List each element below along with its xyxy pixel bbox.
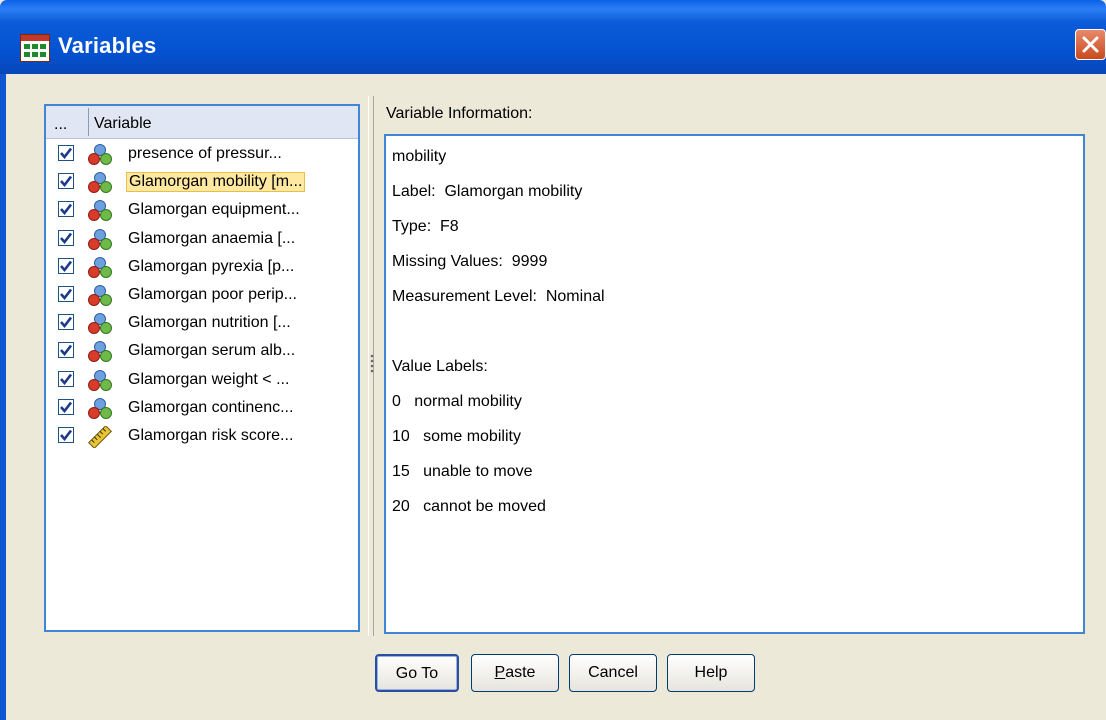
include-checkbox[interactable] — [58, 201, 74, 218]
data-editor-icon — [20, 34, 50, 62]
variable-label: presence of pressur... — [128, 145, 282, 162]
nominal-variable-icon — [86, 172, 114, 194]
variable-list-item[interactable]: Glamorgan serum alb... — [46, 337, 358, 365]
nominal-variable-icon — [86, 200, 114, 222]
variable-list-item[interactable]: Glamorgan equipment... — [46, 196, 358, 224]
include-checkbox[interactable] — [58, 342, 74, 359]
variable-list-item[interactable]: Glamorgan mobility [m... — [46, 168, 358, 196]
value-label-line: 10 some mobility — [392, 428, 521, 445]
variable-list-item[interactable]: Glamorgan continenc... — [46, 394, 358, 422]
value-label-line: 0 normal mobility — [392, 393, 522, 410]
info-missing-values: Missing Values: 9999 — [392, 253, 548, 270]
variable-label: Glamorgan poor perip... — [128, 286, 297, 303]
variable-label: Glamorgan weight < ... — [128, 370, 290, 388]
paste-label: aste — [505, 664, 536, 681]
info-title: Variable Information: — [386, 105, 533, 122]
column-divider[interactable] — [88, 108, 89, 136]
nominal-variable-icon — [86, 228, 114, 251]
include-checkbox[interactable] — [58, 314, 74, 331]
variable-list-item[interactable]: Glamorgan weight < ... — [46, 366, 358, 394]
close-button[interactable] — [1075, 29, 1106, 60]
variable-label: Glamorgan nutrition [... — [128, 314, 291, 332]
nominal-variable-icon — [86, 144, 114, 166]
window-border — [0, 74, 6, 720]
variable-list-item[interactable]: Glamorgan nutrition [... — [46, 309, 358, 337]
help-button[interactable]: Help — [667, 654, 755, 692]
nominal-variable-icon — [86, 397, 114, 420]
variable-label: Glamorgan equipment... — [128, 201, 300, 219]
nominal-variable-icon — [86, 313, 114, 335]
variable-label: Glamorgan serum alb... — [128, 342, 296, 360]
info-variable-name: mobility — [392, 148, 447, 165]
nominal-variable-icon — [86, 369, 114, 392]
window-title: Variables — [58, 33, 157, 58]
nominal-variable-icon — [86, 256, 114, 279]
variable-list-item[interactable]: Glamorgan risk score... — [46, 422, 358, 450]
include-checkbox[interactable] — [58, 370, 74, 387]
variable-label: Glamorgan risk score... — [128, 427, 294, 444]
include-checkbox[interactable] — [58, 229, 74, 246]
go-to-button[interactable]: Go To — [375, 654, 459, 692]
variable-label: Glamorgan anaemia [... — [128, 229, 296, 247]
variable-list-item[interactable]: Glamorgan pyrexia [p... — [46, 253, 358, 281]
scale-variable-icon — [86, 424, 114, 450]
include-checkbox[interactable] — [58, 286, 74, 302]
variable-label: Glamorgan pyrexia [p... — [128, 257, 295, 275]
column-header-variable[interactable]: Variable — [94, 115, 152, 133]
include-checkbox[interactable] — [58, 398, 74, 415]
include-checkbox[interactable] — [58, 257, 74, 274]
info-value-labels-title: Value Labels: — [392, 358, 488, 375]
list-header[interactable]: ... Variable — [46, 106, 358, 139]
info-measurement-level: Measurement Level: Nominal — [392, 288, 605, 305]
splitter-grip-icon[interactable] — [370, 353, 374, 375]
variable-list-item[interactable]: Glamorgan poor perip... — [46, 281, 358, 309]
variable-list-item[interactable]: Glamorgan anaemia [... — [46, 225, 358, 253]
variable-list[interactable]: ... Variable presence of pressur... Glam… — [44, 104, 360, 632]
value-label-line: 20 cannot be moved — [392, 498, 546, 515]
paste-mnemonic: P — [494, 664, 506, 681]
paste-button[interactable]: Paste — [471, 654, 559, 692]
include-checkbox[interactable] — [58, 173, 74, 190]
include-checkbox[interactable] — [58, 145, 74, 161]
info-label: Label: Glamorgan mobility — [392, 183, 583, 200]
variable-label: Glamorgan continenc... — [128, 398, 294, 416]
variable-list-item[interactable]: presence of pressur... — [46, 140, 358, 168]
include-checkbox[interactable] — [58, 427, 74, 443]
nominal-variable-icon — [86, 285, 114, 307]
cancel-button[interactable]: Cancel — [569, 654, 657, 692]
nominal-variable-icon — [86, 341, 114, 363]
info-type: Type: F8 — [392, 218, 459, 235]
variable-information-panel[interactable]: mobility Label: Glamorgan mobility Type:… — [384, 134, 1085, 634]
value-label-line: 15 unable to move — [392, 463, 533, 480]
column-header-select[interactable]: ... — [54, 116, 67, 134]
close-icon — [1082, 36, 1099, 53]
title-bar[interactable]: Variables — [0, 0, 1106, 74]
variable-label: Glamorgan mobility [m... — [126, 172, 306, 193]
